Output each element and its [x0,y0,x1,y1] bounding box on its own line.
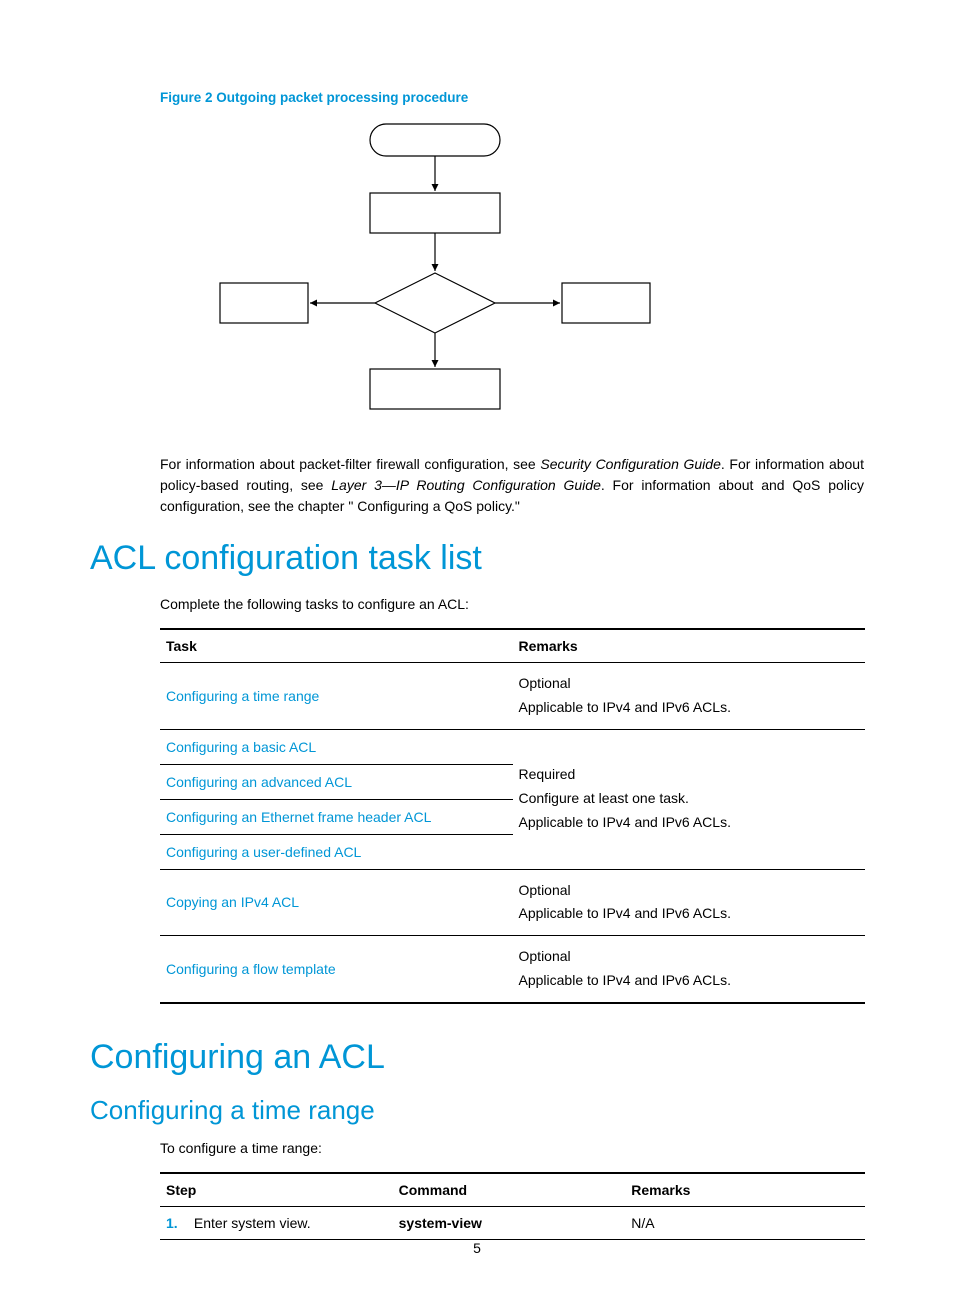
table-row: Configuring a flow template Optional App… [160,936,865,1003]
task-link[interactable]: Configuring an Ethernet frame header ACL [166,809,431,825]
task-link[interactable]: Configuring a basic ACL [166,739,316,755]
body-paragraph: For information about packet-filter fire… [160,454,864,517]
remarks-text: Required [519,766,576,782]
step-number: 1. [166,1215,190,1231]
table-row: Copying an IPv4 ACL Optional Applicable … [160,869,865,936]
figure-caption: Figure 2 Outgoing packet processing proc… [160,90,864,105]
step-text: Enter system view. [194,1215,311,1231]
task-link[interactable]: Configuring an advanced ACL [166,774,352,790]
remarks-text: Applicable to IPv4 and IPv6 ACLs. [519,905,731,921]
remarks-text: Applicable to IPv4 and IPv6 ACLs. [519,814,731,830]
time-range-intro-text: To configure a time range: [160,1140,864,1156]
task-header: Task [160,629,513,663]
remarks-text: Optional [519,948,571,964]
remarks-header: Remarks [625,1173,865,1207]
remarks-text: Applicable to IPv4 and IPv6 ACLs. [519,972,731,988]
remarks-text: Applicable to IPv4 and IPv6 ACLs. [519,699,731,715]
page-number: 5 [0,1240,954,1256]
step-header: Step [160,1173,393,1207]
remarks-text: Optional [519,882,571,898]
remarks-text: Configure at least one task. [519,790,689,806]
task-table: Task Remarks Configuring a time range Op… [160,628,865,1004]
remarks-text: Optional [519,675,571,691]
heading-task-list: ACL configuration task list [90,539,864,578]
table-row: Configuring a time range Optional Applic… [160,663,865,730]
remarks-header: Remarks [513,629,866,663]
table-row: Configuring a basic ACL Required Configu… [160,729,865,764]
task-link[interactable]: Configuring a user-defined ACL [166,844,361,860]
command-text: system-view [399,1215,482,1231]
text-span: For information about packet-filter fire… [160,456,540,472]
command-header: Command [393,1173,626,1207]
task-link[interactable]: Copying an IPv4 ACL [166,894,299,910]
heading-time-range: Configuring a time range [90,1095,864,1126]
task-link[interactable]: Configuring a flow template [166,961,336,977]
table-row: 1. Enter system view. system-view N/A [160,1206,865,1239]
step-table: Step Command Remarks 1. Enter system vie… [160,1172,865,1240]
heading-configuring-acl: Configuring an ACL [90,1038,864,1077]
flowchart-diagram [210,119,864,424]
italic-text: Layer 3—IP Routing Configuration Guide [331,477,601,493]
task-intro-text: Complete the following tasks to configur… [160,596,864,612]
italic-text: Security Configuration Guide [540,456,721,472]
task-link[interactable]: Configuring a time range [166,688,319,704]
remarks-text: N/A [631,1215,654,1231]
